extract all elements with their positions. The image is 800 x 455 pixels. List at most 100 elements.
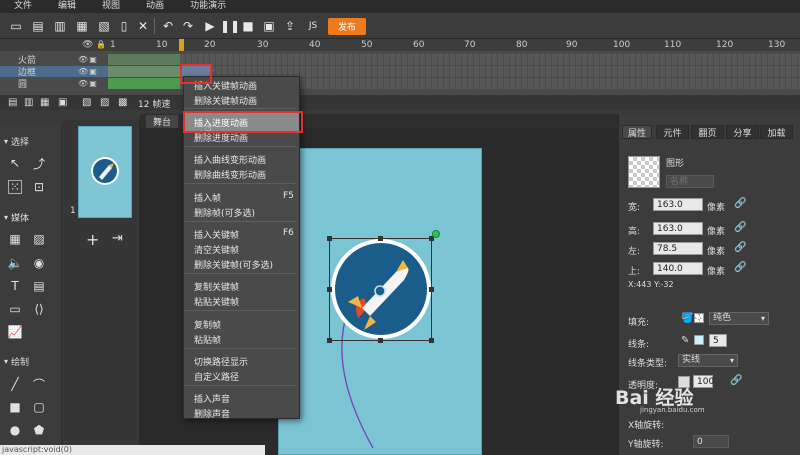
circle-icon[interactable]: ● (8, 423, 22, 437)
eye-icon[interactable]: 👁 (78, 55, 88, 64)
new-folder-icon[interactable]: ▥ (24, 97, 33, 108)
lock-icon[interactable]: ▣ (88, 79, 98, 88)
export-icon[interactable]: ⇪ (282, 18, 298, 34)
chart-icon[interactable]: 📈 (8, 325, 23, 339)
section-media[interactable]: 媒体 (4, 211, 29, 224)
tab-symbols[interactable]: 元件 (656, 125, 689, 139)
stop-icon[interactable]: ■ (240, 18, 256, 34)
menu-toggle-path[interactable]: 切换路径显示 (194, 355, 248, 368)
fill-mode-select[interactable]: 纯色 (709, 312, 769, 325)
undo-icon[interactable]: ↶ (160, 18, 176, 34)
js-icon[interactable]: JS (305, 18, 321, 34)
page-thumbnail[interactable] (78, 126, 132, 218)
resize-handle[interactable] (327, 236, 332, 241)
playhead[interactable] (179, 39, 184, 51)
edit-multiple-icon[interactable]: ▩ (118, 97, 127, 108)
rotate-handle[interactable] (432, 230, 440, 238)
fps-label[interactable]: 12 帧速 (138, 97, 170, 110)
play-icon[interactable]: ▶ (202, 18, 218, 34)
selection-box[interactable] (329, 238, 432, 341)
publish-button[interactable]: 发布 (328, 18, 366, 35)
eye-icon[interactable]: 👁 (78, 79, 88, 88)
menu-paste-keyframe[interactable]: 粘贴关键帧 (194, 295, 239, 308)
lock-icon[interactable]: ▣ (88, 67, 98, 76)
menu-paste-frame[interactable]: 粘贴帧 (194, 333, 221, 346)
menu-copy-frame[interactable]: 复制帧 (194, 318, 221, 331)
line-icon[interactable]: ╱ (8, 377, 22, 391)
pen-icon[interactable]: ✎ (681, 335, 689, 346)
stage-tab[interactable]: 舞台 (146, 115, 178, 128)
menu-delete-keyframe-anim[interactable]: 删除关键帧动画 (194, 94, 257, 107)
frame-span[interactable] (108, 66, 180, 77)
import-page-icon[interactable]: ⇥ (112, 231, 123, 246)
frame-span[interactable] (108, 54, 180, 65)
menu-view[interactable]: 视图 (102, 0, 120, 13)
stroke-type-select[interactable]: 实线 (678, 354, 738, 367)
left-input[interactable]: 78.5 (653, 242, 703, 255)
menu-delete-keyframe[interactable]: 删除关键帧(可多选) (194, 258, 273, 271)
menu-insert-sound[interactable]: 插入声音 (194, 392, 230, 405)
fill-color-swatch[interactable] (694, 313, 704, 323)
link-icon[interactable]: 🔗 (734, 242, 746, 253)
layer-row[interactable]: 圆 👁 ▣ (0, 78, 108, 90)
menu-edit[interactable]: 编辑 (58, 0, 76, 13)
pointer-icon[interactable]: ↖ (8, 156, 22, 170)
section-select[interactable]: 选择 (4, 135, 29, 148)
top-input[interactable]: 140.0 (653, 262, 703, 275)
link-icon[interactable]: 🔗 (734, 222, 746, 233)
menu-animation[interactable]: 动画 (146, 0, 164, 13)
frame-span[interactable] (108, 78, 180, 89)
grid-icon[interactable]: ▦ (8, 232, 22, 246)
rounded-rect-icon[interactable]: ▢ (32, 400, 46, 414)
cut-icon[interactable]: ▥ (52, 18, 68, 34)
lock-icon[interactable]: ▣ (88, 55, 98, 64)
tab-paging[interactable]: 翻页 (691, 125, 724, 139)
name-input[interactable] (666, 175, 714, 188)
link-icon[interactable]: 🔗 (730, 375, 742, 386)
stroke-color-swatch[interactable] (694, 335, 704, 345)
lock-header-icon[interactable]: 🔒 (96, 40, 106, 49)
new-layer-icon[interactable]: ▤ (8, 97, 17, 108)
menu-custom-path[interactable]: 自定义路径 (194, 370, 239, 383)
resize-handle[interactable] (429, 338, 434, 343)
textbox-icon[interactable]: ▤ (32, 279, 46, 293)
menu-file[interactable]: 文件 (14, 0, 32, 13)
copy-icon[interactable]: ▦ (74, 18, 90, 34)
crop-icon[interactable]: ⊡ (32, 180, 46, 194)
save-icon[interactable]: ▤ (30, 18, 46, 34)
height-input[interactable]: 163.0 (653, 222, 703, 235)
width-input[interactable]: 163.0 (653, 198, 703, 211)
polygon-icon[interactable]: ⬟ (32, 423, 46, 437)
layer-option-icon[interactable]: ▣ (58, 97, 67, 108)
image-icon[interactable]: ▨ (32, 232, 46, 246)
onion-skin-icon[interactable]: ▨ (100, 97, 109, 108)
menu-insert-keyframe[interactable]: 插入关键帧 (194, 228, 239, 241)
layer-row[interactable]: 火箭 👁 ▣ (0, 54, 108, 66)
layer-row-selected[interactable]: 边框 👁 ▣ (0, 66, 108, 78)
resize-handle[interactable] (378, 338, 383, 343)
html-icon[interactable]: ⟨⟩ (32, 302, 46, 316)
menu-delete-frame[interactable]: 删除帧(可多选) (194, 206, 255, 219)
eye-icon[interactable]: 👁 (78, 67, 88, 76)
stroke-width-input[interactable]: 5 (709, 334, 727, 347)
delete-layer-icon[interactable]: ▦ (40, 97, 49, 108)
tab-properties[interactable]: 属性 (622, 125, 652, 139)
clipboard-icon[interactable]: ▯ (116, 18, 132, 34)
curve-icon[interactable]: ⌒ (32, 377, 46, 392)
menu-demo[interactable]: 功能演示 (190, 0, 226, 13)
paint-bucket-icon[interactable]: 🪣 (681, 313, 693, 324)
resize-handle[interactable] (327, 287, 332, 292)
section-draw[interactable]: 绘制 (4, 355, 29, 368)
audio-icon[interactable]: 🔈 (8, 256, 23, 270)
tab-share[interactable]: 分享 (726, 125, 759, 139)
paste-icon[interactable]: ▧ (96, 18, 112, 34)
add-page-icon[interactable]: + (86, 230, 99, 249)
menu-insert-frame[interactable]: 插入帧 (194, 191, 221, 204)
menu-insert-curve-anim[interactable]: 插入曲线变形动画 (194, 153, 266, 166)
text-icon[interactable]: T (8, 279, 22, 293)
pause-icon[interactable]: ❚❚ (220, 18, 240, 34)
new-file-icon[interactable]: ▭ (8, 18, 24, 34)
resize-handle[interactable] (429, 287, 434, 292)
timeline-ruler[interactable]: 👁 🔒 1 10 20 30 40 50 60 70 80 90 100 110… (0, 39, 800, 51)
preview-icon[interactable]: ▣ (261, 18, 277, 34)
